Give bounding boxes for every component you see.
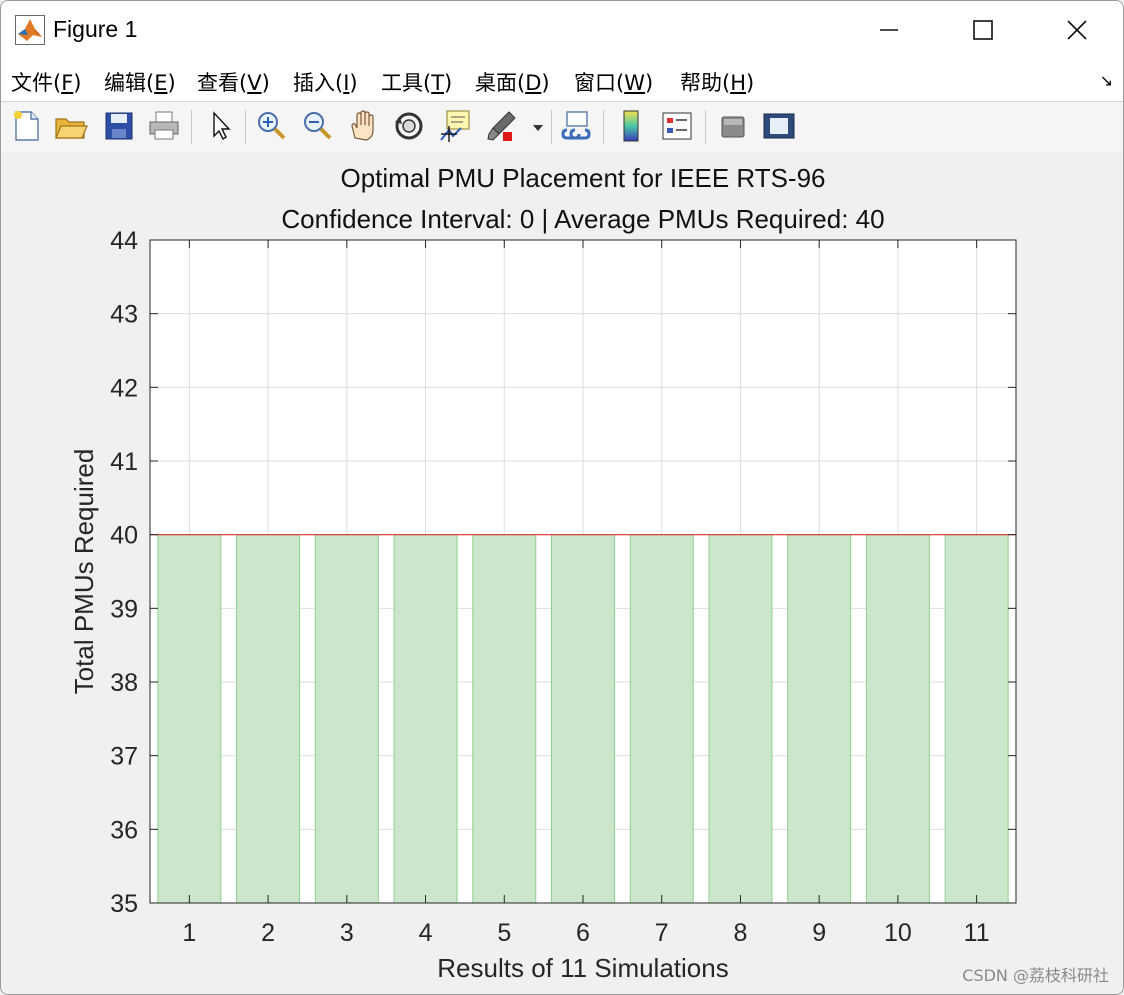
menu-edit[interactable]: 编辑(E) <box>104 67 176 97</box>
menu-file[interactable]: 文件(F) <box>11 67 82 97</box>
matlab-logo-icon <box>15 15 45 45</box>
menu-tools[interactable]: 工具(T) <box>381 67 452 97</box>
save-icon[interactable] <box>101 108 137 144</box>
minimize-button[interactable] <box>843 1 935 59</box>
bar-2[interactable] <box>236 534 301 904</box>
menu-help[interactable]: 帮助(H) <box>680 67 754 97</box>
figure-toolbar <box>1 101 1123 153</box>
y-tick-label: 39 <box>110 595 138 623</box>
data-cursor-icon[interactable] <box>437 108 473 144</box>
minimize-icon <box>880 29 898 31</box>
colorbar-icon[interactable] <box>613 108 649 144</box>
window-title: Figure 1 <box>53 16 138 42</box>
x-tick-label: 3 <box>340 919 354 947</box>
x-tick-label: 10 <box>884 919 912 947</box>
x-tick-label: 8 <box>734 919 748 947</box>
figure-window: Figure 1 文件(F) 编辑(E) 查看(V) 插入(I) 工具(T) 桌… <box>0 0 1124 995</box>
zoom-in-icon[interactable] <box>253 108 289 144</box>
bar-6[interactable] <box>551 534 615 904</box>
x-tick-label: 7 <box>655 919 669 947</box>
x-axis-label: Results of 11 Simulations <box>437 953 728 983</box>
x-tick-label: 6 <box>576 919 590 947</box>
bar-11[interactable] <box>944 534 1009 904</box>
y-tick-label: 40 <box>110 522 138 550</box>
new-figure-icon[interactable] <box>9 108 45 144</box>
y-tick-label: 38 <box>110 669 138 697</box>
figure-canvas[interactable]: 35 36 37 38 39 40 41 42 43 44 1 2 3 4 5 6 7 8 9 10 11 Optimal… <box>1 152 1123 994</box>
legend-icon[interactable] <box>659 108 695 144</box>
y-tick-label: 36 <box>110 816 138 844</box>
bar-10[interactable] <box>865 534 930 904</box>
pan-hand-icon[interactable] <box>345 108 381 144</box>
x-tick-label: 11 <box>964 919 990 947</box>
bar-8[interactable] <box>708 534 773 904</box>
y-tick-label: 35 <box>110 890 138 918</box>
y-tick-label: 37 <box>110 743 138 771</box>
menu-insert[interactable]: 插入(I) <box>293 67 358 97</box>
brush-icon[interactable] <box>485 108 521 144</box>
bar-chart[interactable]: 35 36 37 38 39 40 41 42 43 44 1 2 3 4 5 6 7 8 9 10 11 Optimal… <box>1 152 1123 994</box>
maximize-icon <box>973 20 993 40</box>
close-icon <box>1067 20 1087 40</box>
y-axis-label: Total PMUs Required <box>69 449 99 695</box>
x-tick-label: 1 <box>182 919 196 947</box>
bar-3[interactable] <box>314 534 379 904</box>
y-tick-label: 42 <box>110 374 138 402</box>
bar-5[interactable] <box>472 534 537 904</box>
y-tick-label: 44 <box>110 227 138 255</box>
bar-1[interactable] <box>157 534 222 904</box>
toolbar-separator <box>551 110 552 144</box>
bar-9[interactable] <box>787 534 852 904</box>
link-plot-icon[interactable] <box>559 108 595 144</box>
dock-figure-icon[interactable]: ↘ <box>1100 71 1113 90</box>
toolbar-separator <box>705 110 706 144</box>
title-bar[interactable]: Figure 1 <box>1 1 1123 59</box>
toolbar-separator <box>245 110 246 144</box>
y-tick-label: 43 <box>110 301 138 329</box>
x-tick-label: 9 <box>812 919 826 947</box>
watermark: CSDN @荔枝科研社 <box>962 966 1109 985</box>
menu-window[interactable]: 窗口(W) <box>574 67 653 97</box>
bar-7[interactable] <box>629 534 694 904</box>
brush-dropdown-icon[interactable] <box>532 122 544 134</box>
menu-view[interactable]: 查看(V) <box>197 67 270 97</box>
chart-title: Optimal PMU Placement for IEEE RTS-96 <box>340 163 825 193</box>
hide-plot-tools-icon[interactable] <box>715 108 751 144</box>
menu-desktop[interactable]: 桌面(D) <box>475 67 550 97</box>
toolbar-separator <box>603 110 604 144</box>
show-plot-tools-icon[interactable] <box>761 108 797 144</box>
menu-bar: 文件(F) 编辑(E) 查看(V) 插入(I) 工具(T) 桌面(D) 窗口(W… <box>1 59 1123 101</box>
select-arrow-icon[interactable] <box>203 108 239 144</box>
bar-4[interactable] <box>393 534 458 904</box>
x-tick-label: 4 <box>419 919 433 947</box>
close-button[interactable] <box>1031 1 1123 59</box>
toolbar-separator <box>191 110 192 144</box>
print-icon[interactable] <box>146 108 182 144</box>
x-tick-label: 2 <box>261 919 275 947</box>
maximize-button[interactable] <box>937 1 1029 59</box>
chart-subtitle: Confidence Interval: 0 | Average PMUs Re… <box>281 204 884 234</box>
zoom-out-icon[interactable] <box>299 108 335 144</box>
rotate-3d-icon[interactable] <box>391 108 427 144</box>
open-file-icon[interactable] <box>53 108 89 144</box>
y-tick-label: 41 <box>110 448 138 476</box>
x-tick-label: 5 <box>497 919 511 947</box>
